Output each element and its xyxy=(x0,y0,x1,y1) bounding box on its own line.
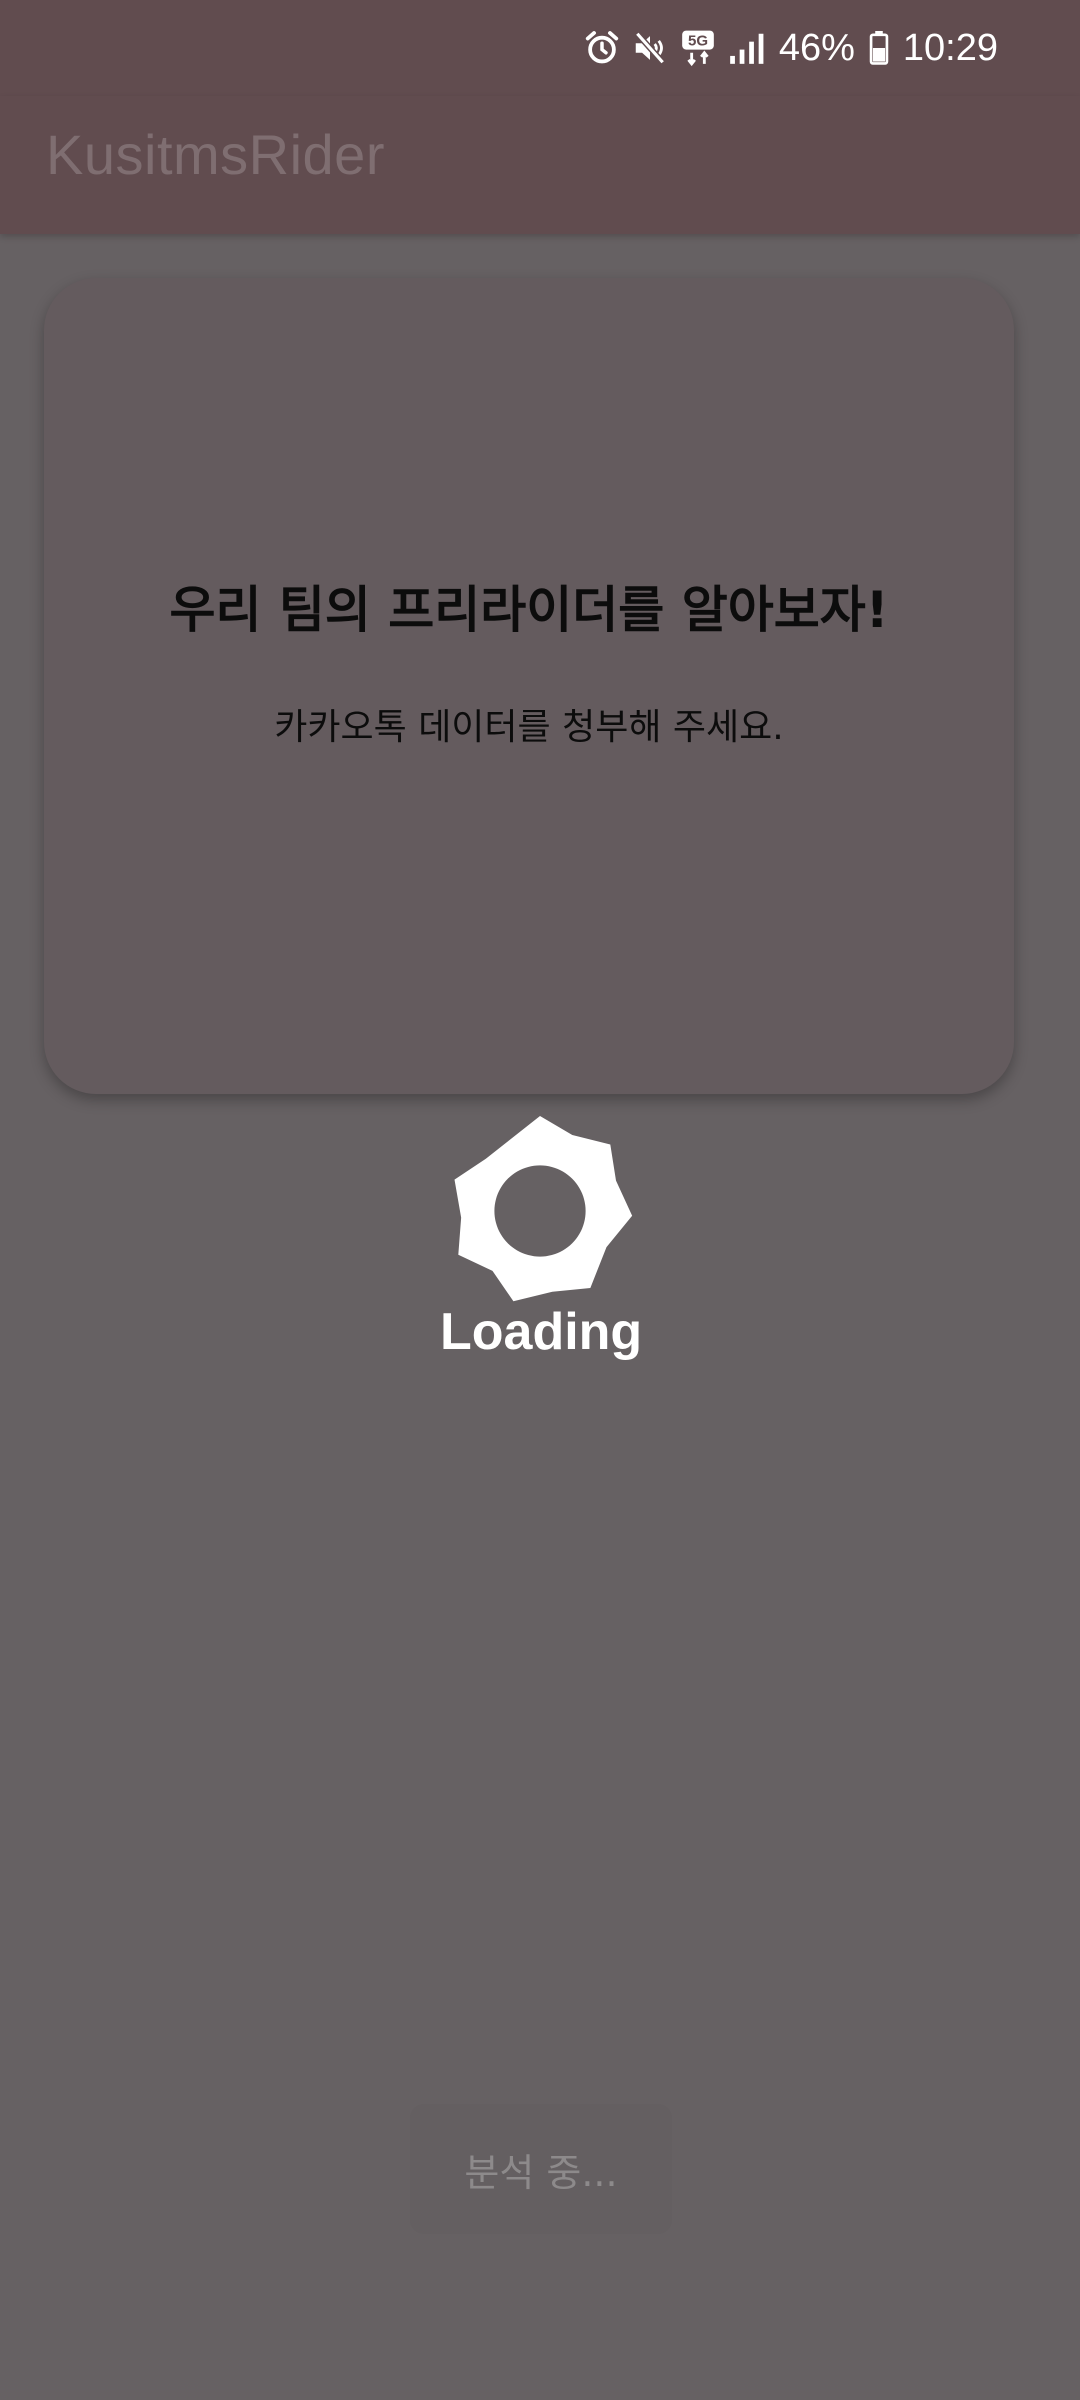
alarm-icon xyxy=(583,29,621,67)
analyzing-label: 분석 중... xyxy=(464,2150,618,2195)
screen: 5G 46% 10:29 KusitmsRider 우리 팀의 프리라이더를 알… xyxy=(0,0,1080,2400)
clock: 10:29 xyxy=(902,26,998,69)
app-title: KusitmsRider xyxy=(46,123,385,186)
analyzing-status: 분석 중... xyxy=(410,2104,672,2234)
intro-card: 우리 팀의 프리라이더를 알아보자! 카카오톡 데이터를 청부해 주세요. xyxy=(44,278,1014,1094)
network-label: 5G xyxy=(688,33,708,50)
battery-percent: 46% xyxy=(778,26,855,69)
status-bar: 5G 46% 10:29 xyxy=(0,0,1080,96)
app-bar: KusitmsRider xyxy=(0,96,1080,234)
loading-indicator: Loading xyxy=(440,1116,642,1361)
battery-icon xyxy=(869,31,889,65)
card-title: 우리 팀의 프리라이더를 알아보자! xyxy=(169,581,889,639)
loading-label: Loading xyxy=(440,1303,643,1361)
card-subtitle: 카카오톡 데이터를 청부해 주세요. xyxy=(274,707,784,748)
5g-icon: 5G xyxy=(679,29,717,67)
gear-loading-icon xyxy=(454,1116,633,1302)
signal-icon xyxy=(727,29,765,67)
status-icons: 5G 46% 10:29 xyxy=(583,18,998,78)
mute-icon xyxy=(631,29,669,67)
